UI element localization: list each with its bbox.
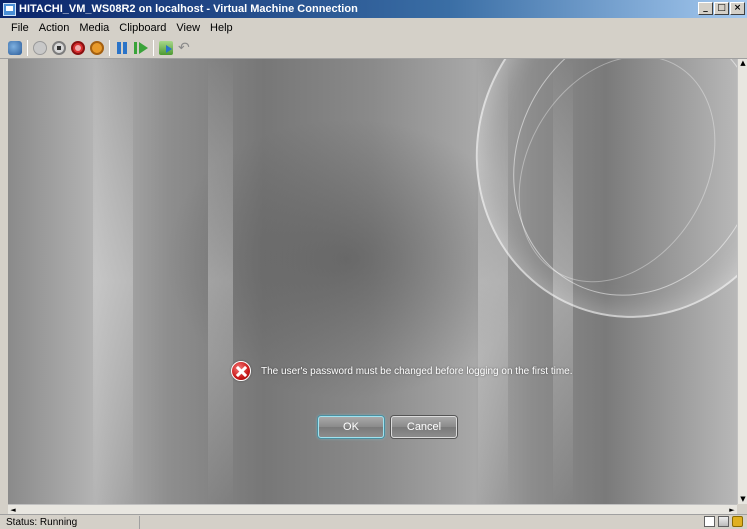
ctrl-alt-del-icon[interactable] — [8, 40, 22, 55]
status-text: Status: Running — [0, 515, 140, 529]
resume-icon[interactable] — [134, 41, 148, 55]
minimize-button[interactable]: _ — [698, 2, 713, 15]
scroll-up-icon[interactable]: ▲ — [739, 59, 747, 68]
save-icon[interactable] — [90, 40, 104, 55]
maximize-button[interactable]: □ — [714, 2, 729, 15]
lock-icon — [732, 516, 743, 527]
start-icon[interactable] — [33, 40, 47, 55]
caption-buttons: _ □ × — [698, 2, 745, 15]
title-bar[interactable]: HITACHI_VM_WS08R2 on localhost - Virtual… — [0, 0, 747, 18]
vm-screen[interactable]: The user's password must be changed befo… — [8, 59, 737, 504]
background-streak — [93, 59, 133, 504]
close-button[interactable]: × — [730, 2, 745, 15]
menu-action[interactable]: Action — [34, 22, 75, 34]
toolbar-separator — [109, 39, 110, 56]
keyboard-icon — [718, 516, 729, 527]
error-message-row: The user's password must be changed befo… — [231, 361, 573, 381]
error-message: The user's password must be changed befo… — [261, 365, 573, 377]
toolbar-separator — [27, 39, 28, 56]
status-bar: Status: Running — [0, 514, 747, 529]
turn-off-icon[interactable] — [52, 40, 66, 55]
toolbar: ↶ — [0, 37, 747, 59]
menu-bar: File Action Media Clipboard View Help — [0, 18, 747, 37]
cancel-button[interactable]: Cancel — [391, 416, 457, 438]
status-icons — [704, 516, 743, 527]
shut-down-icon[interactable] — [71, 40, 85, 55]
scroll-down-icon[interactable]: ▼ — [739, 495, 747, 504]
menu-file[interactable]: File — [6, 22, 34, 34]
monitor-icon — [704, 516, 715, 527]
revert-icon[interactable]: ↶ — [178, 41, 192, 55]
error-icon — [231, 361, 251, 381]
window-title: HITACHI_VM_WS08R2 on localhost - Virtual… — [19, 3, 358, 15]
background-streak — [208, 59, 233, 504]
vertical-scrollbar[interactable]: ▲ ▼ — [737, 59, 747, 504]
menu-help[interactable]: Help — [205, 22, 238, 34]
toolbar-separator — [153, 39, 154, 56]
ok-button[interactable]: OK — [318, 416, 384, 438]
menu-media[interactable]: Media — [74, 22, 114, 34]
pause-icon[interactable] — [115, 41, 129, 55]
horizontal-scrollbar[interactable]: ◄ ► — [8, 504, 737, 514]
menu-view[interactable]: View — [171, 22, 205, 34]
snapshot-icon[interactable] — [159, 40, 173, 55]
menu-clipboard[interactable]: Clipboard — [114, 22, 171, 34]
vm-connection-icon — [3, 2, 16, 16]
